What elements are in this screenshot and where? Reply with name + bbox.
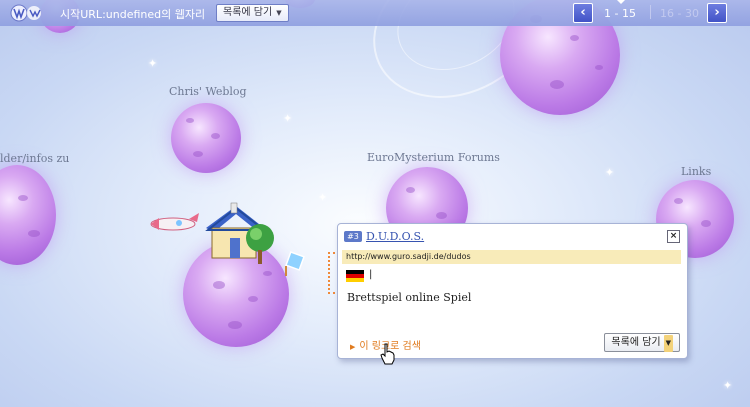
planet-label-euromysterium[interactable]: EuroMysterium Forums [367, 151, 500, 164]
page-range-next[interactable]: 16 - 30 [660, 7, 699, 20]
star-icon: ✦ [283, 112, 293, 125]
chevron-left-icon: ‹ [580, 5, 586, 20]
planet-left[interactable] [0, 165, 56, 265]
logo-icon [10, 4, 41, 22]
prev-page-button[interactable]: ‹ [573, 3, 593, 23]
popup-add-to-list-button[interactable]: 목록에 담기 ▼ [604, 333, 680, 352]
rank-badge: #3 [344, 231, 362, 242]
star-icon: ✦ [723, 379, 733, 392]
site-info-popup: #3 D.U.D.O.S. × http://www.guro.sadji.de… [337, 223, 688, 359]
planet-label-links[interactable]: Links [681, 165, 711, 178]
star-icon: ✦ [605, 166, 615, 179]
triangle-right-icon: ▶ [350, 343, 356, 351]
star-icon: ✦ [318, 191, 328, 204]
rocket-icon [150, 213, 199, 231]
planet-label-chris-weblog[interactable]: Chris' Weblog [169, 85, 247, 98]
site-url[interactable]: http://www.guro.sadji.de/dudos [342, 250, 681, 264]
chevron-right-icon: › [714, 5, 720, 20]
next-page-button[interactable]: › [707, 3, 727, 23]
chevron-down-icon: ▼ [276, 9, 282, 17]
close-icon[interactable]: × [667, 230, 680, 243]
add-to-list-button[interactable]: 목록에 담기 ▼ [216, 4, 289, 22]
current-page-marker-icon [617, 0, 625, 4]
chevron-down-icon: ▼ [663, 335, 673, 352]
planet-chris-weblog[interactable] [171, 103, 241, 173]
site-description: Brettspiel online Spiel [347, 291, 472, 304]
star-icon: ✦ [148, 57, 158, 70]
popup-add-to-list-label: 목록에 담기 [611, 337, 661, 348]
site-title-link[interactable]: D.U.D.O.S. [366, 230, 424, 243]
house-icon [205, 202, 274, 264]
add-to-list-label: 목록에 담기 [223, 7, 273, 18]
hand-cursor-icon [380, 343, 395, 365]
page-range-current[interactable]: 1 - 15 [604, 7, 636, 20]
country-separator: | [369, 269, 373, 280]
page-title: 시작URL:undefined의 웹자리 [60, 8, 206, 21]
universe-canvas: ✦ ✦ ✦ ✦ ✦ ✦ Chris' Weblog lder/infos zu … [0, 0, 750, 407]
germany-flag-icon [346, 270, 364, 282]
signpost-icon [285, 251, 305, 276]
planet-label-left[interactable]: lder/infos zu [0, 152, 69, 165]
page-divider [650, 5, 651, 19]
